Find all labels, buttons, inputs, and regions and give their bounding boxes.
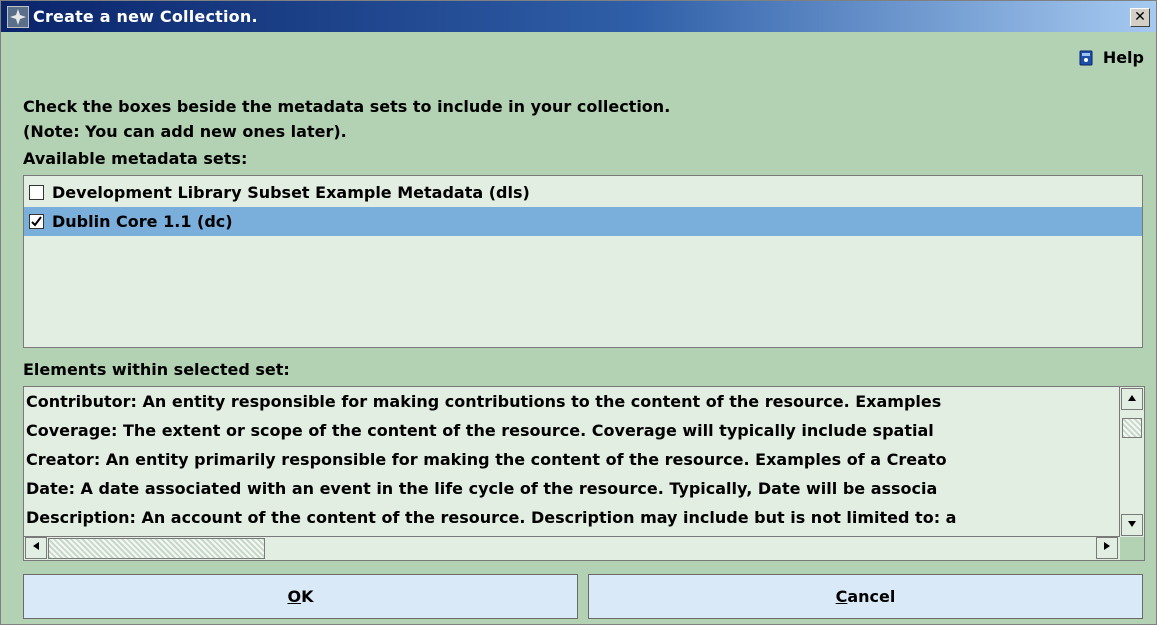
horizontal-scrollbar[interactable] [24, 536, 1119, 560]
list-item: Description: An account of the content o… [26, 508, 957, 527]
checkmark-icon [31, 216, 42, 227]
list-item-label: Development Library Subset Example Metad… [52, 183, 530, 202]
list-item-dc[interactable]: Dublin Core 1.1 (dc) [24, 207, 1142, 236]
cancel-mnemonic: C [835, 587, 848, 606]
scrollbar-corner [1120, 537, 1144, 560]
available-sets-label: Available metadata sets: [23, 149, 248, 168]
ok-button[interactable]: OK [23, 574, 578, 619]
horizontal-scroll-thumb[interactable] [48, 538, 265, 559]
instruction-line-2: (Note: You can add new ones later). [23, 122, 347, 141]
scroll-down-button[interactable] [1121, 514, 1143, 536]
vertical-scrollbar[interactable] [1119, 387, 1144, 537]
instruction-line-1: Check the boxes beside the metadata sets… [23, 97, 671, 116]
arrow-left-icon [33, 542, 39, 550]
app-icon [7, 6, 29, 28]
elements-list[interactable]: Contributor: An entity responsible for m… [23, 386, 1145, 561]
list-item-dls[interactable]: Development Library Subset Example Metad… [24, 178, 1142, 207]
close-button[interactable]: ✕ [1130, 8, 1150, 27]
scroll-right-button[interactable] [1096, 537, 1118, 559]
help-bar: Help [1, 32, 1156, 78]
cancel-button[interactable]: Cancel [588, 574, 1143, 619]
checkbox-dls[interactable] [29, 185, 44, 200]
elements-label: Elements within selected set: [23, 360, 290, 379]
ok-label-rest: K [301, 587, 314, 606]
metadata-set-list[interactable]: Development Library Subset Example Metad… [23, 175, 1143, 348]
list-item-label: Dublin Core 1.1 (dc) [52, 212, 233, 231]
checkbox-dc[interactable] [29, 214, 44, 229]
arrow-up-icon [1128, 395, 1136, 401]
elements-text: Contributor: An entity responsible for m… [24, 387, 1119, 537]
list-item: Creator: An entity primarily responsible… [26, 450, 947, 469]
scroll-up-button[interactable] [1121, 388, 1143, 410]
arrow-down-icon [1128, 521, 1136, 527]
scroll-left-button[interactable] [25, 537, 47, 559]
ok-mnemonic: O [287, 587, 302, 606]
help-book-icon [1079, 50, 1093, 65]
title-bar[interactable]: Create a new Collection. ✕ [1, 1, 1156, 32]
create-collection-dialog: Create a new Collection. ✕ Help Check th… [0, 0, 1157, 625]
cancel-label-rest: ancel [847, 587, 896, 606]
vertical-scroll-thumb[interactable] [1122, 418, 1142, 438]
help-label: Help [1102, 48, 1144, 67]
list-item: Date: A date associated with an event in… [26, 479, 938, 498]
list-item: Coverage: The extent or scope of the con… [26, 421, 934, 440]
list-item: Contributor: An entity responsible for m… [26, 392, 942, 411]
close-icon: ✕ [1134, 9, 1146, 25]
window-title: Create a new Collection. [33, 7, 258, 26]
help-button[interactable]: Help [1077, 48, 1144, 67]
instructions: Check the boxes beside the metadata sets… [23, 94, 670, 144]
arrow-right-icon [1104, 542, 1110, 550]
